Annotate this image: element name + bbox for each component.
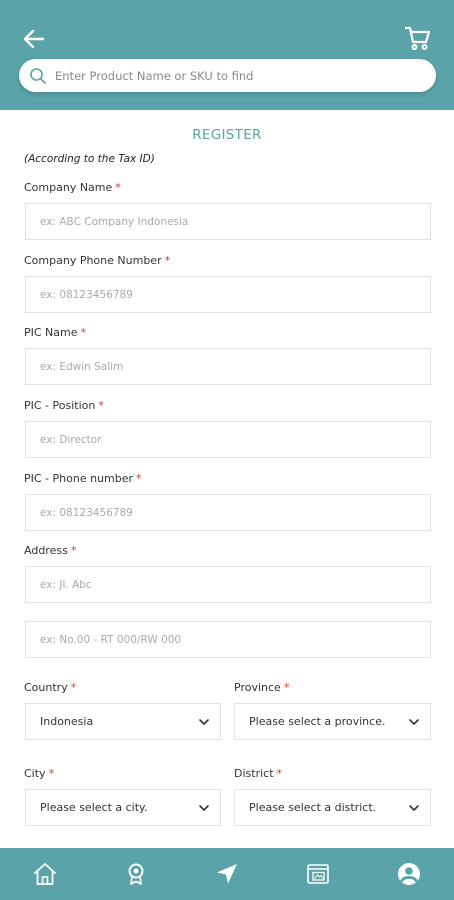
required-mark: * — [276, 767, 283, 780]
required-mark: * — [115, 181, 121, 194]
required-mark: * — [70, 544, 77, 557]
back-button[interactable] — [20, 25, 48, 53]
company-name-label: Company Name * — [24, 181, 121, 194]
arrow-left-icon — [23, 29, 45, 49]
city-value: Please select a city. — [40, 801, 148, 814]
bottom-nav — [0, 848, 454, 900]
cart-button[interactable] — [404, 24, 432, 52]
company-phone-field[interactable] — [25, 276, 431, 313]
district-label: District * — [234, 767, 282, 780]
nav-account[interactable] — [363, 848, 454, 900]
pic-phone-field[interactable] — [25, 494, 431, 531]
nav-location[interactable] — [182, 848, 273, 900]
navigation-icon — [216, 864, 237, 884]
pic-name-label-text: PIC Name — [24, 326, 78, 339]
district-label-text: District — [234, 767, 274, 780]
province-select[interactable]: Please select a province. — [234, 703, 431, 740]
required-mark: * — [70, 681, 77, 694]
district-select[interactable]: Please select a district. — [234, 789, 431, 826]
pic-position-label: PIC - Position * — [24, 399, 104, 412]
city-label: City * — [24, 767, 54, 780]
company-name-input[interactable] — [40, 215, 430, 228]
account-icon — [397, 863, 420, 885]
chevron-down-icon — [409, 718, 419, 725]
pic-position-field[interactable] — [25, 421, 431, 458]
address-label: Address * — [24, 544, 76, 557]
nav-catalog[interactable] — [272, 848, 363, 900]
search-input[interactable] — [55, 68, 415, 83]
required-mark: * — [48, 767, 55, 780]
page-title: REGISTER — [192, 127, 262, 143]
district-value: Please select a district. — [249, 801, 377, 814]
chevron-down-icon — [199, 804, 209, 811]
required-mark: * — [164, 254, 171, 267]
address-line1-field[interactable] — [25, 566, 431, 603]
pic-name-input[interactable] — [40, 360, 430, 373]
search-bar[interactable] — [19, 59, 436, 92]
pic-phone-label-text: PIC - Phone number — [24, 472, 134, 485]
company-phone-label: Company Phone Number * — [24, 254, 170, 267]
pic-name-field[interactable] — [25, 348, 431, 385]
required-mark: * — [136, 472, 142, 485]
pic-position-label-text: PIC - Position — [24, 399, 96, 412]
nav-rewards[interactable] — [91, 848, 182, 900]
badge-icon — [128, 863, 144, 885]
address-line2-field[interactable] — [25, 621, 431, 658]
pic-name-label: PIC Name * — [24, 326, 86, 339]
nav-home[interactable] — [0, 848, 91, 900]
home-icon — [34, 863, 57, 885]
company-name-field[interactable] — [25, 203, 431, 240]
city-select[interactable]: Please select a city. — [25, 789, 221, 826]
province-value: Please select a province. — [249, 715, 386, 728]
address-line2-input[interactable] — [40, 633, 430, 646]
company-name-label-text: Company Name — [24, 181, 113, 194]
catalog-icon — [306, 864, 329, 884]
company-phone-input[interactable] — [40, 288, 430, 301]
search-icon — [30, 67, 46, 84]
country-select[interactable]: Indonesia — [25, 703, 221, 740]
country-label: Country * — [24, 681, 76, 694]
province-label-text: Province — [234, 681, 281, 694]
pic-position-input[interactable] — [40, 433, 430, 446]
required-mark: * — [98, 399, 104, 412]
address-line1-input[interactable] — [40, 578, 430, 591]
address-label-text: Address — [24, 544, 68, 557]
country-value: Indonesia — [40, 715, 94, 728]
app-header — [0, 0, 454, 110]
pic-phone-input[interactable] — [40, 506, 430, 519]
tax-id-note: (According to the Tax ID) — [24, 153, 155, 165]
city-label-text: City — [24, 767, 46, 780]
pic-phone-label: PIC - Phone number * — [24, 472, 142, 485]
chevron-down-icon — [199, 718, 209, 725]
required-mark: * — [283, 681, 290, 694]
company-phone-label-text: Company Phone Number — [24, 254, 162, 267]
country-label-text: Country — [24, 681, 68, 694]
province-label: Province * — [234, 681, 289, 694]
chevron-down-icon — [409, 804, 419, 811]
cart-icon — [404, 26, 431, 50]
required-mark: * — [80, 326, 87, 339]
